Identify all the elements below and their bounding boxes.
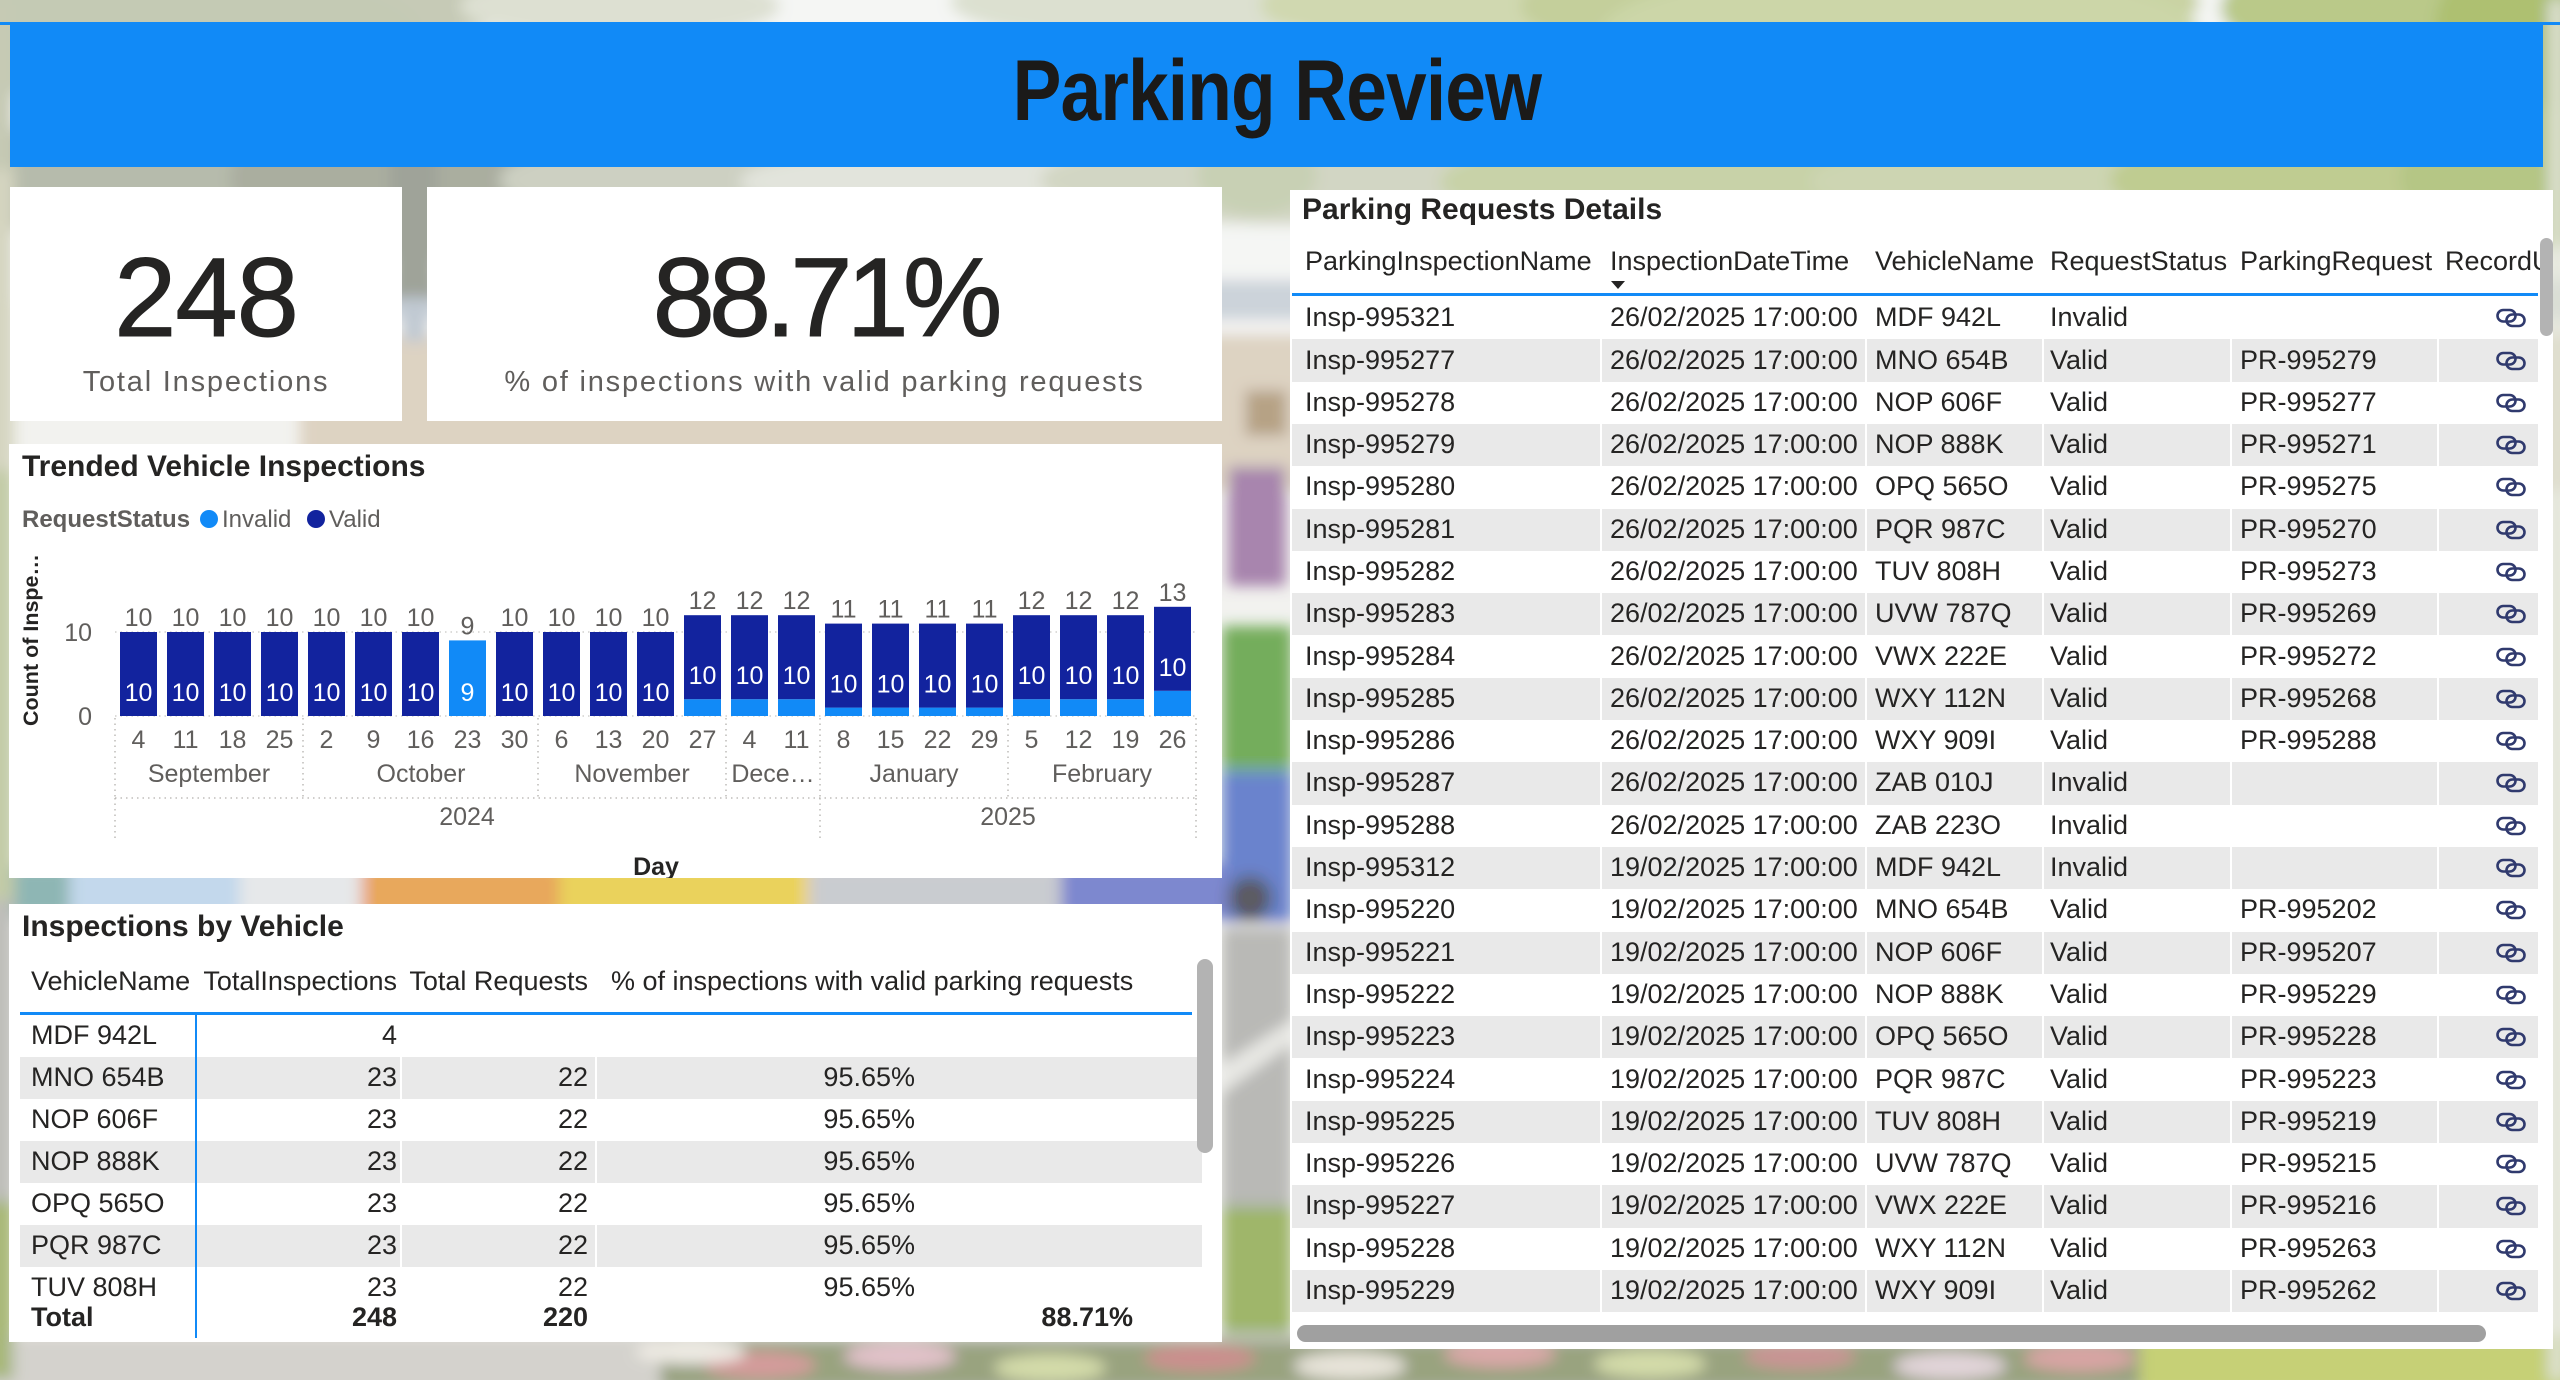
svg-text:12: 12	[783, 587, 811, 615]
svg-text:12: 12	[689, 587, 717, 615]
svg-text:10: 10	[642, 679, 670, 707]
svg-text:12: 12	[1065, 587, 1093, 615]
svg-text:26: 26	[1159, 726, 1187, 754]
svg-text:9: 9	[367, 726, 381, 754]
svg-text:Day: Day	[633, 853, 679, 878]
svg-text:10: 10	[313, 604, 341, 632]
svg-text:29: 29	[971, 726, 999, 754]
svg-text:10: 10	[266, 679, 294, 707]
svg-text:12: 12	[1065, 726, 1093, 754]
svg-text:10: 10	[407, 604, 435, 632]
svg-text:10: 10	[64, 619, 92, 647]
svg-text:13: 13	[1159, 579, 1187, 607]
svg-text:16: 16	[407, 726, 435, 754]
svg-text:10: 10	[125, 604, 153, 632]
svg-text:15: 15	[877, 726, 905, 754]
svg-text:23: 23	[454, 726, 482, 754]
svg-text:10: 10	[501, 604, 529, 632]
svg-text:10: 10	[595, 604, 623, 632]
svg-text:2: 2	[320, 726, 334, 754]
svg-text:11: 11	[972, 596, 998, 624]
svg-text:10: 10	[125, 679, 153, 707]
svg-text:27: 27	[689, 726, 717, 754]
svg-text:4: 4	[743, 726, 757, 754]
svg-text:11: 11	[173, 726, 199, 754]
svg-text:10: 10	[219, 604, 247, 632]
svg-text:11: 11	[831, 596, 857, 624]
svg-text:12: 12	[1112, 587, 1140, 615]
svg-text:4: 4	[132, 726, 146, 754]
svg-text:January: January	[870, 760, 959, 788]
svg-text:2025: 2025	[980, 803, 1036, 831]
svg-text:6: 6	[555, 726, 569, 754]
svg-text:10: 10	[1159, 654, 1187, 682]
svg-text:10: 10	[924, 671, 952, 699]
svg-text:20: 20	[642, 726, 670, 754]
svg-text:10: 10	[783, 662, 811, 690]
svg-text:10: 10	[548, 679, 576, 707]
svg-text:10: 10	[501, 679, 529, 707]
svg-text:19: 19	[1112, 726, 1140, 754]
svg-text:9: 9	[461, 612, 475, 640]
svg-text:10: 10	[172, 604, 200, 632]
svg-text:18: 18	[219, 726, 247, 754]
svg-text:10: 10	[1065, 662, 1093, 690]
svg-text:10: 10	[1018, 662, 1046, 690]
svg-text:10: 10	[830, 671, 858, 699]
svg-text:10: 10	[877, 671, 905, 699]
svg-text:12: 12	[736, 587, 764, 615]
svg-text:September: September	[148, 760, 270, 788]
svg-text:2024: 2024	[439, 803, 495, 831]
svg-text:Count of Inspe…: Count of Inspe…	[19, 554, 43, 726]
svg-text:22: 22	[924, 726, 952, 754]
svg-text:9: 9	[461, 679, 475, 707]
svg-text:11: 11	[784, 726, 810, 754]
svg-text:13: 13	[595, 726, 623, 754]
svg-text:11: 11	[925, 596, 951, 624]
svg-text:10: 10	[313, 679, 341, 707]
svg-text:25: 25	[266, 726, 294, 754]
svg-text:10: 10	[219, 679, 247, 707]
svg-text:8: 8	[837, 726, 851, 754]
svg-text:10: 10	[971, 671, 999, 699]
svg-text:10: 10	[548, 604, 576, 632]
svg-text:12: 12	[1018, 587, 1046, 615]
svg-text:11: 11	[878, 596, 904, 624]
svg-text:10: 10	[360, 679, 388, 707]
svg-text:10: 10	[736, 662, 764, 690]
svg-text:February: February	[1052, 760, 1153, 788]
svg-text:10: 10	[595, 679, 623, 707]
svg-text:10: 10	[360, 604, 388, 632]
svg-text:November: November	[574, 760, 689, 788]
svg-text:30: 30	[501, 726, 529, 754]
svg-text:10: 10	[407, 679, 435, 707]
svg-text:10: 10	[266, 604, 294, 632]
svg-text:10: 10	[172, 679, 200, 707]
svg-text:Dece…: Dece…	[731, 760, 814, 788]
svg-text:5: 5	[1025, 726, 1039, 754]
svg-text:0: 0	[78, 703, 92, 731]
svg-text:October: October	[377, 760, 466, 788]
svg-text:10: 10	[1112, 662, 1140, 690]
svg-text:10: 10	[642, 604, 670, 632]
svg-text:10: 10	[689, 662, 717, 690]
